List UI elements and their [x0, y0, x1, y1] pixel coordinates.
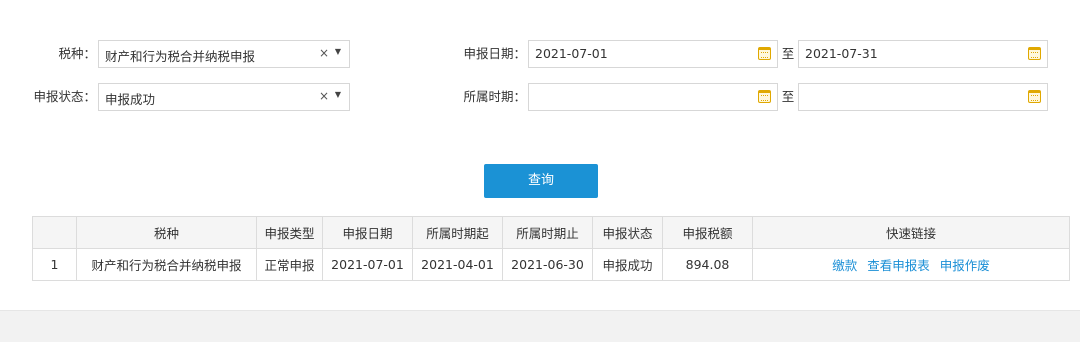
declare-date-from-value: 2021-07-01 — [535, 46, 608, 61]
status-value: 申报成功 — [105, 92, 156, 107]
footer-band — [0, 310, 1080, 342]
column-header-status: 申报状态 — [592, 216, 663, 249]
tax-type-label: 税种： — [58, 46, 96, 61]
query-button[interactable]: 查询 — [484, 164, 598, 198]
row-period-start: 2021-04-01 — [412, 248, 503, 281]
calendar-icon[interactable] — [1028, 47, 1041, 60]
pay-link[interactable]: 缴款 — [832, 258, 857, 273]
row-quick-links: 缴款 查看申报表 申报作废 — [752, 248, 1070, 281]
row-declare-date: 2021-07-01 — [322, 248, 413, 281]
tax-query-page: 税种： 财产和行为税合并纳税申报 × ▼ 申报日期： 2021-07-01 至 … — [0, 0, 1080, 342]
table-header-row: 税种 申报类型 申报日期 所属时期起 所属时期止 申报状态 申报税额 快速链接 — [32, 216, 1070, 249]
declare-date-to-input[interactable]: 2021-07-31 — [798, 40, 1048, 68]
row-tax-type: 财产和行为税合并纳税申报 — [76, 248, 257, 281]
column-header-tax-type: 税种 — [76, 216, 257, 249]
clear-icon[interactable]: × — [319, 89, 329, 103]
clear-icon[interactable]: × — [319, 46, 329, 60]
declare-date-separator: 至 — [781, 46, 795, 61]
void-declaration-link[interactable]: 申报作废 — [940, 258, 990, 273]
calendar-icon[interactable] — [1028, 90, 1041, 103]
declare-date-to-value: 2021-07-31 — [805, 46, 878, 61]
column-header-index — [32, 216, 77, 249]
calendar-icon[interactable] — [758, 90, 771, 103]
status-label: 申报状态： — [33, 89, 96, 104]
row-index: 1 — [32, 248, 77, 281]
column-header-declare-date: 申报日期 — [322, 216, 413, 249]
row-amount: 894.08 — [662, 248, 753, 281]
chevron-down-icon[interactable]: ▼ — [335, 90, 341, 99]
row-period-end: 2021-06-30 — [502, 248, 593, 281]
column-header-amount: 申报税额 — [662, 216, 753, 249]
declare-date-label: 申报日期： — [463, 46, 526, 61]
column-header-quick-links: 快速链接 — [752, 216, 1070, 249]
view-declaration-link[interactable]: 查看申报表 — [867, 258, 930, 273]
period-from-input[interactable] — [528, 83, 778, 111]
table-row: 1 财产和行为税合并纳税申报 正常申报 2021-07-01 2021-04-0… — [32, 248, 1070, 281]
row-declare-type: 正常申报 — [256, 248, 323, 281]
column-header-period-end: 所属时期止 — [502, 216, 593, 249]
row-status: 申报成功 — [592, 248, 663, 281]
period-to-input[interactable] — [798, 83, 1048, 111]
calendar-icon[interactable] — [758, 47, 771, 60]
period-label: 所属时期： — [463, 89, 526, 104]
results-table: 税种 申报类型 申报日期 所属时期起 所属时期止 申报状态 申报税额 快速链接 … — [32, 216, 1070, 281]
period-separator: 至 — [781, 89, 795, 104]
chevron-down-icon[interactable]: ▼ — [335, 47, 341, 56]
column-header-period-start: 所属时期起 — [412, 216, 503, 249]
column-header-declare-type: 申报类型 — [256, 216, 323, 249]
tax-type-select[interactable]: 财产和行为税合并纳税申报 × ▼ — [98, 40, 350, 68]
status-select[interactable]: 申报成功 × ▼ — [98, 83, 350, 111]
declare-date-from-input[interactable]: 2021-07-01 — [528, 40, 778, 68]
tax-type-value: 财产和行为税合并纳税申报 — [105, 49, 256, 64]
